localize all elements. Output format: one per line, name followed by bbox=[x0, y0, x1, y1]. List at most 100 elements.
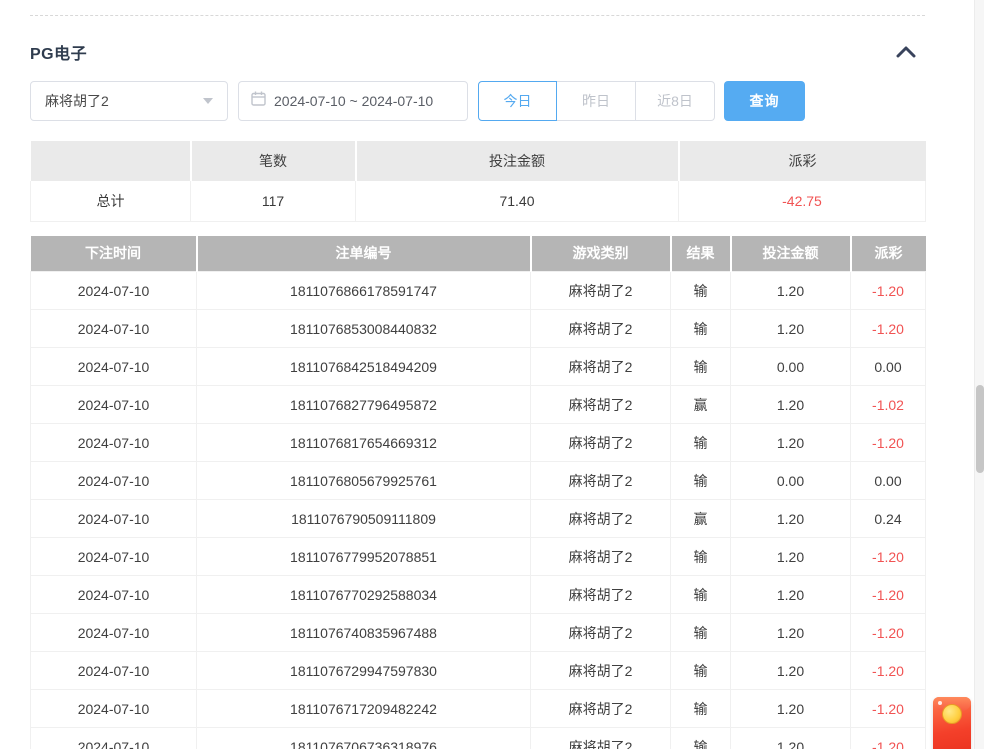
cell-game: 麻将胡了2 bbox=[531, 690, 671, 728]
cell-ticket: 1811076817654669312 bbox=[197, 424, 531, 462]
bets-header-amount: 投注金额 bbox=[731, 236, 851, 272]
cell-result: 输 bbox=[671, 652, 731, 690]
table-row: 2024-07-10 1811076706736318976 麻将胡了2 输 1… bbox=[31, 728, 926, 749]
bets-header-result: 结果 bbox=[671, 236, 731, 272]
cell-amount: 1.20 bbox=[731, 690, 851, 728]
cell-game: 麻将胡了2 bbox=[531, 614, 671, 652]
game-select[interactable]: 麻将胡了2 bbox=[30, 81, 228, 121]
table-row: 2024-07-10 1811076853008440832 麻将胡了2 输 1… bbox=[31, 310, 926, 348]
cell-payout: -1.20 bbox=[851, 310, 926, 348]
summary-header-payout: 派彩 bbox=[679, 141, 926, 181]
cell-amount: 1.20 bbox=[731, 576, 851, 614]
cell-amount: 0.00 bbox=[731, 462, 851, 500]
bets-table-body: 2024-07-10 1811076866178591747 麻将胡了2 输 1… bbox=[31, 272, 926, 749]
cell-date: 2024-07-10 bbox=[31, 728, 197, 749]
cell-ticket: 1811076790509111809 bbox=[197, 500, 531, 538]
cell-ticket: 1811076866178591747 bbox=[197, 272, 531, 310]
cell-ticket: 1811076805679925761 bbox=[197, 462, 531, 500]
calendar-icon bbox=[251, 91, 266, 111]
total-count: 117 bbox=[191, 181, 356, 221]
cell-date: 2024-07-10 bbox=[31, 310, 197, 348]
last-8-days-button[interactable]: 近8日 bbox=[636, 81, 715, 121]
cell-date: 2024-07-10 bbox=[31, 386, 197, 424]
table-row: 2024-07-10 1811076790509111809 麻将胡了2 赢 1… bbox=[31, 500, 926, 538]
cell-date: 2024-07-10 bbox=[31, 538, 197, 576]
cell-game: 麻将胡了2 bbox=[531, 652, 671, 690]
cell-date: 2024-07-10 bbox=[31, 462, 197, 500]
today-button[interactable]: 今日 bbox=[478, 81, 557, 121]
cell-result: 输 bbox=[671, 462, 731, 500]
cell-date: 2024-07-10 bbox=[31, 690, 197, 728]
summary-header-blank bbox=[31, 141, 191, 181]
cell-payout: -1.20 bbox=[851, 576, 926, 614]
query-button[interactable]: 查询 bbox=[724, 81, 805, 121]
cell-game: 麻将胡了2 bbox=[531, 424, 671, 462]
date-range-picker[interactable]: 2024-07-10 ~ 2024-07-10 bbox=[238, 81, 468, 121]
cell-result: 输 bbox=[671, 538, 731, 576]
cell-result: 输 bbox=[671, 424, 731, 462]
cell-result: 输 bbox=[671, 614, 731, 652]
cell-payout: 0.00 bbox=[851, 462, 926, 500]
cell-ticket: 1811076729947597830 bbox=[197, 652, 531, 690]
table-row: 2024-07-10 1811076729947597830 麻将胡了2 输 1… bbox=[31, 652, 926, 690]
cell-amount: 1.20 bbox=[731, 538, 851, 576]
cell-amount: 1.20 bbox=[731, 386, 851, 424]
cell-game: 麻将胡了2 bbox=[531, 728, 671, 749]
bets-header-game: 游戏类别 bbox=[531, 236, 671, 272]
report-section: PG电子 麻将胡了2 2024-07-10 ~ 2024-07-10 今日 昨日… bbox=[30, 15, 925, 749]
summary-header-row: 笔数 投注金额 派彩 bbox=[31, 141, 926, 181]
cell-payout: -1.20 bbox=[851, 538, 926, 576]
cell-result: 输 bbox=[671, 348, 731, 386]
cell-result: 输 bbox=[671, 272, 731, 310]
cell-game: 麻将胡了2 bbox=[531, 462, 671, 500]
cell-amount: 1.20 bbox=[731, 500, 851, 538]
cell-ticket: 1811076827796495872 bbox=[197, 386, 531, 424]
cell-result: 输 bbox=[671, 728, 731, 749]
table-row: 2024-07-10 1811076717209482242 麻将胡了2 输 1… bbox=[31, 690, 926, 728]
bets-header-ticket: 注单编号 bbox=[197, 236, 531, 272]
game-select-value: 麻将胡了2 bbox=[45, 91, 109, 111]
cell-ticket: 1811076842518494209 bbox=[197, 348, 531, 386]
scrollbar-thumb[interactable] bbox=[976, 385, 984, 473]
cell-payout: -1.20 bbox=[851, 690, 926, 728]
section-divider bbox=[30, 15, 925, 16]
cell-game: 麻将胡了2 bbox=[531, 386, 671, 424]
cell-payout: -1.20 bbox=[851, 728, 926, 749]
cell-result: 输 bbox=[671, 576, 731, 614]
table-row: 2024-07-10 1811076827796495872 麻将胡了2 赢 1… bbox=[31, 386, 926, 424]
cell-ticket: 1811076706736318976 bbox=[197, 728, 531, 749]
cell-game: 麻将胡了2 bbox=[531, 310, 671, 348]
cell-game: 麻将胡了2 bbox=[531, 538, 671, 576]
cell-ticket: 1811076770292588034 bbox=[197, 576, 531, 614]
cell-amount: 1.20 bbox=[731, 272, 851, 310]
cell-payout: -1.20 bbox=[851, 272, 926, 310]
cell-date: 2024-07-10 bbox=[31, 500, 197, 538]
yesterday-button[interactable]: 昨日 bbox=[557, 81, 636, 121]
scrollbar[interactable] bbox=[974, 0, 984, 749]
section-title: PG电子 bbox=[30, 40, 87, 64]
cell-amount: 1.20 bbox=[731, 728, 851, 749]
cell-ticket: 1811076717209482242 bbox=[197, 690, 531, 728]
cell-result: 赢 bbox=[671, 386, 731, 424]
cell-result: 输 bbox=[671, 690, 731, 728]
bets-header-row: 下注时间 注单编号 游戏类别 结果 投注金额 派彩 bbox=[31, 236, 926, 272]
cell-amount: 1.20 bbox=[731, 424, 851, 462]
cell-game: 麻将胡了2 bbox=[531, 576, 671, 614]
cell-date: 2024-07-10 bbox=[31, 576, 197, 614]
collapse-chevron-icon[interactable] bbox=[895, 43, 917, 61]
caret-down-icon bbox=[203, 98, 213, 104]
cell-date: 2024-07-10 bbox=[31, 424, 197, 462]
table-row: 2024-07-10 1811076770292588034 麻将胡了2 输 1… bbox=[31, 576, 926, 614]
cell-game: 麻将胡了2 bbox=[531, 348, 671, 386]
table-row: 2024-07-10 1811076740835967488 麻将胡了2 输 1… bbox=[31, 614, 926, 652]
red-envelope-icon[interactable] bbox=[933, 697, 971, 749]
cell-payout: 0.24 bbox=[851, 500, 926, 538]
date-range-value: 2024-07-10 ~ 2024-07-10 bbox=[274, 93, 433, 109]
cell-ticket: 1811076779952078851 bbox=[197, 538, 531, 576]
table-row: 2024-07-10 1811076805679925761 麻将胡了2 输 0… bbox=[31, 462, 926, 500]
cell-payout: 0.00 bbox=[851, 348, 926, 386]
table-row: 2024-07-10 1811076779952078851 麻将胡了2 输 1… bbox=[31, 538, 926, 576]
cell-payout: -1.20 bbox=[851, 424, 926, 462]
cell-date: 2024-07-10 bbox=[31, 348, 197, 386]
summary-total-row: 总计 117 71.40 -42.75 bbox=[31, 181, 926, 221]
